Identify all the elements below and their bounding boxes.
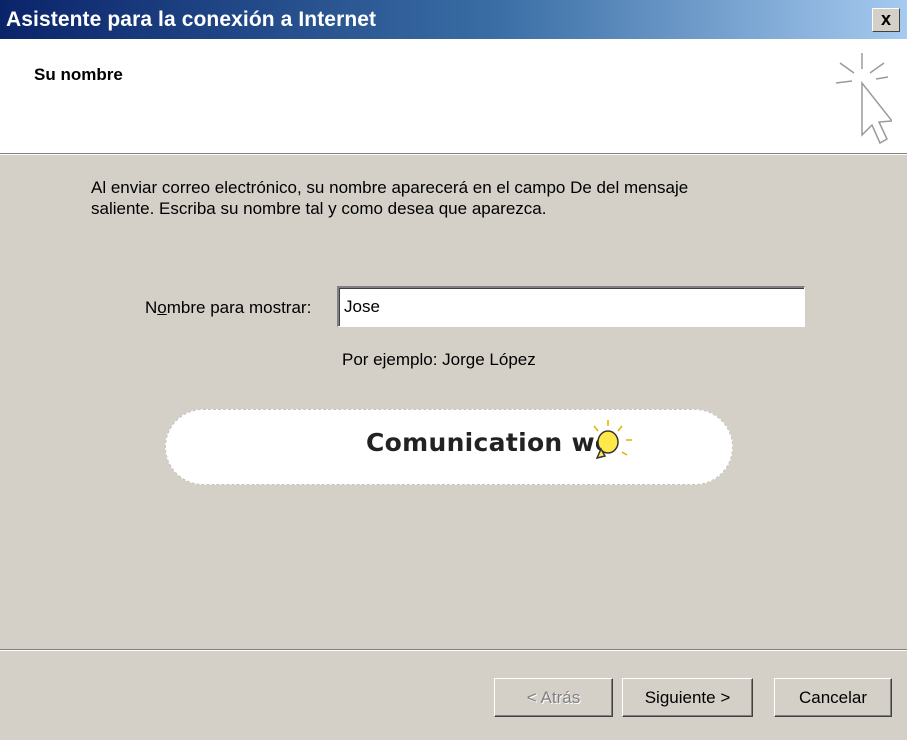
label-accelerator: o (157, 298, 167, 317)
description-line-1: Al enviar correo electrónico, su nombre … (91, 178, 689, 197)
label-part: N (145, 298, 158, 317)
wizard-header: Su nombre (0, 39, 907, 153)
description-line-2: saliente. Escriba su nombre tal y como d… (91, 199, 547, 218)
close-button[interactable]: x (872, 8, 900, 32)
display-name-label: Nombre para mostrar: (145, 298, 311, 318)
display-name-input[interactable] (337, 286, 805, 327)
footer-divider-highlight (0, 650, 907, 651)
wizard-window: Asistente para la conexión a Internet x … (0, 0, 907, 740)
logo-text: Comunication we (366, 428, 613, 457)
next-button[interactable]: Siguiente > (622, 678, 753, 717)
title-bar[interactable]: Asistente para la conexión a Internet x (0, 0, 907, 39)
description-text: Al enviar correo electrónico, su nombre … (91, 177, 851, 219)
cursor-sparkle-icon (835, 53, 892, 145)
window-title: Asistente para la conexión a Internet (6, 8, 377, 31)
back-button[interactable]: < Atrás (494, 678, 613, 717)
label-part: mbre para mostrar: (166, 298, 312, 317)
cancel-button[interactable]: Cancelar (774, 678, 892, 717)
logo-banner: Comunication we (165, 409, 733, 485)
page-title: Su nombre (34, 65, 123, 84)
example-text: Por ejemplo: Jorge López (342, 350, 536, 369)
header-divider-highlight (0, 154, 907, 155)
lightbulb-icon (593, 420, 632, 460)
